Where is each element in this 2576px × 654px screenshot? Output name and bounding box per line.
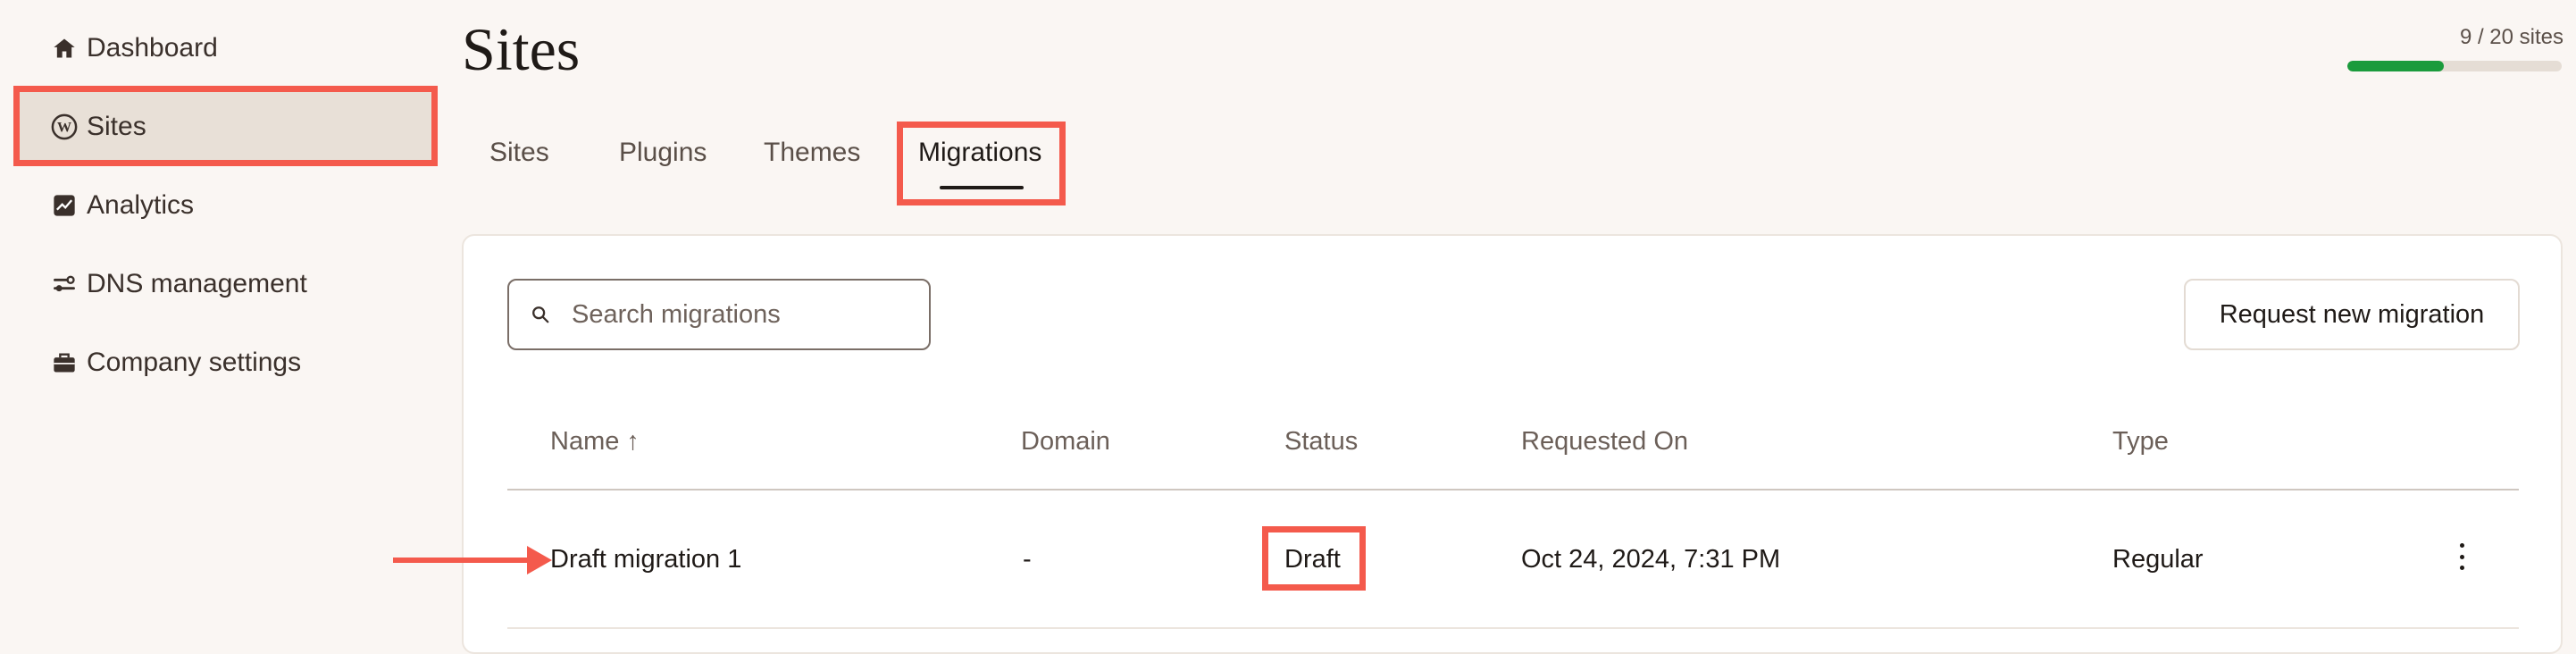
sidebar-item-label: DNS management <box>87 269 307 298</box>
tab-plugins[interactable]: Plugins <box>619 138 707 168</box>
column-header-domain[interactable]: Domain <box>1021 427 1110 457</box>
search-input[interactable] <box>570 298 913 331</box>
dns-icon <box>49 269 79 299</box>
column-header-name[interactable]: Name ↑ <box>550 427 640 457</box>
sidebar-item-dashboard[interactable]: Dashboard <box>13 11 433 86</box>
migration-name[interactable]: Draft migration 1 <box>550 545 741 574</box>
table-header-divider <box>507 489 2519 490</box>
tab-migrations[interactable]: Migrations <box>918 138 1041 168</box>
tab-themes[interactable]: Themes <box>764 138 860 168</box>
search-field[interactable] <box>507 279 931 350</box>
column-header-requested-on[interactable]: Requested On <box>1521 427 1688 457</box>
site-usage-fill <box>2347 61 2444 71</box>
svg-text:W: W <box>57 120 71 136</box>
request-new-migration-button[interactable]: Request new migration <box>2184 279 2520 350</box>
analytics-icon <box>49 190 79 221</box>
migration-requested-on: Oct 24, 2024, 7:31 PM <box>1521 545 1781 574</box>
sidebar-item-label: Sites <box>87 112 146 141</box>
sidebar-item-sites[interactable]: W Sites <box>13 89 433 164</box>
column-header-status[interactable]: Status <box>1284 427 1358 457</box>
site-usage-bar <box>2347 61 2562 71</box>
search-icon <box>531 303 554 326</box>
tab-sites[interactable]: Sites <box>489 138 549 168</box>
sidebar-item-analytics[interactable]: Analytics <box>13 168 433 243</box>
column-header-type[interactable]: Type <box>2112 427 2169 457</box>
sidebar-item-label: Analytics <box>87 190 195 220</box>
sidebar-item-company-settings[interactable]: Company settings <box>13 325 433 400</box>
table-row-divider <box>507 627 2519 629</box>
row-actions-menu-icon[interactable] <box>2455 543 2469 570</box>
wordpress-icon: W <box>49 112 79 142</box>
annotation-arrow-head-icon <box>527 546 552 574</box>
sidebar-item-label: Company settings <box>87 348 302 377</box>
status-badge: Draft <box>1284 545 1341 574</box>
page-title: Sites <box>462 15 581 83</box>
active-tab-indicator <box>940 186 1024 189</box>
site-usage-label: 9 / 20 sites <box>2459 25 2563 49</box>
migration-type: Regular <box>2112 545 2204 574</box>
migration-domain: - <box>1023 545 1032 574</box>
home-icon <box>49 33 79 63</box>
sidebar-item-dns[interactable]: DNS management <box>13 247 433 322</box>
sidebar-item-label: Dashboard <box>87 33 218 63</box>
briefcase-icon <box>49 348 79 378</box>
annotation-arrow-line <box>393 558 531 563</box>
